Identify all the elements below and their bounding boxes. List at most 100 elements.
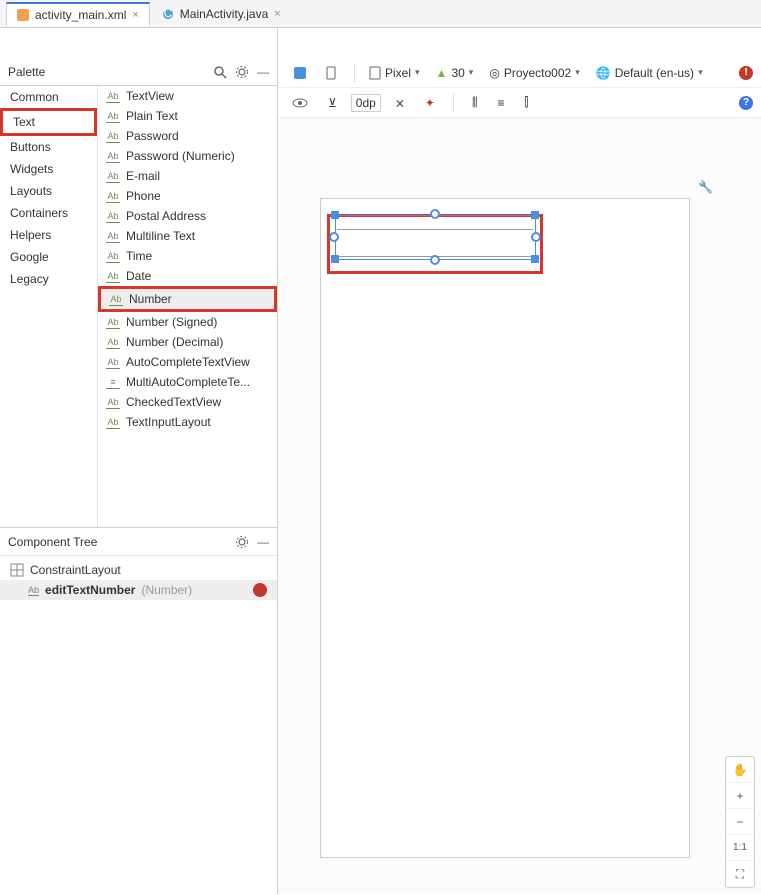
theme-select[interactable]: ◎Proyecto002▾: [483, 64, 585, 82]
zoom-out-button[interactable]: −: [726, 809, 754, 835]
cat-widgets[interactable]: Widgets: [0, 158, 97, 180]
tab-label: activity_main.xml: [35, 8, 126, 22]
editor-tabs: activity_main.xml × C MainActivity.java …: [0, 0, 761, 28]
palette-item-postal[interactable]: AbPostal Address: [98, 206, 277, 226]
palette-item-textinputlayout[interactable]: AbTextInputLayout: [98, 412, 277, 432]
design-toolbar-bottom: ⊻ 0dp ⨯ ✦ ⫼ ≡ ⫿ ?: [278, 88, 761, 118]
text-icon: Ab: [106, 355, 120, 369]
chevron-down-icon: ▾: [698, 67, 703, 78]
design-canvas[interactable]: 🔧: [278, 118, 761, 894]
palette-item-textview[interactable]: AbTextView: [98, 86, 277, 106]
pan-button[interactable]: ✋: [726, 757, 754, 783]
api-select[interactable]: ▲30▾: [430, 64, 480, 82]
design-panel: Pixel▾ ▲30▾ ◎Proyecto002▾ 🌐Default (en-u…: [278, 28, 761, 894]
zoom-controls: ✋ + − 1:1 ⛶: [725, 756, 755, 888]
selection-handles: [335, 215, 535, 259]
text-icon: Ab: [106, 129, 120, 143]
globe-icon: 🌐: [596, 66, 611, 80]
layout-icon: [10, 563, 24, 577]
palette-item-multiline[interactable]: AbMultiline Text: [98, 226, 277, 246]
constraint-handle[interactable]: [329, 232, 339, 242]
default-margin-button[interactable]: 0dp: [351, 94, 381, 112]
palette-item-password-numeric[interactable]: AbPassword (Numeric): [98, 146, 277, 166]
zoom-fit-button[interactable]: ⛶: [726, 861, 754, 887]
gear-icon[interactable]: [235, 535, 249, 549]
tree-root[interactable]: ConstraintLayout: [0, 560, 277, 580]
palette-item-multiautocomplete[interactable]: ≡MultiAutoCompleteTe...: [98, 372, 277, 392]
cat-containers[interactable]: Containers: [0, 202, 97, 224]
close-icon[interactable]: ×: [274, 8, 280, 20]
cat-helpers[interactable]: Helpers: [0, 224, 97, 246]
minimize-icon[interactable]: —: [257, 65, 269, 79]
tab-activity-main[interactable]: activity_main.xml ×: [6, 2, 150, 26]
cat-google[interactable]: Google: [0, 246, 97, 268]
errors-icon[interactable]: !: [739, 66, 753, 80]
cat-legacy[interactable]: Legacy: [0, 268, 97, 290]
guidelines-button[interactable]: ⫼: [466, 93, 484, 112]
palette-panel: Palette — Common Text Buttons Widgets La…: [0, 58, 277, 528]
svg-text:C: C: [163, 8, 172, 20]
cat-layouts[interactable]: Layouts: [0, 180, 97, 202]
help-icon[interactable]: ?: [739, 96, 753, 110]
tree-body: ConstraintLayout Ab editTextNumber (Numb…: [0, 556, 277, 894]
view-options-button[interactable]: [286, 95, 314, 111]
palette-item-time[interactable]: AbTime: [98, 246, 277, 266]
resize-handle[interactable]: [331, 211, 339, 219]
minimize-icon[interactable]: —: [257, 535, 269, 549]
palette-body: Common Text Buttons Widgets Layouts Cont…: [0, 86, 277, 527]
orientation-button[interactable]: [318, 63, 346, 83]
constraint-handle[interactable]: [531, 232, 541, 242]
palette-item-checkedtextview[interactable]: AbCheckedTextView: [98, 392, 277, 412]
resize-handle[interactable]: [531, 211, 539, 219]
text-icon: Ab: [106, 315, 120, 329]
chevron-down-icon: ▾: [415, 67, 420, 78]
text-icon: Ab: [28, 585, 39, 596]
cat-common[interactable]: Common: [0, 86, 97, 108]
pack-button[interactable]: ⫿: [519, 93, 535, 112]
palette-items: AbTextView AbPlain Text AbPassword AbPas…: [98, 86, 277, 527]
palette-item-date[interactable]: AbDate: [98, 266, 277, 286]
palette-item-number[interactable]: AbNumber: [98, 286, 277, 312]
zoom-in-button[interactable]: +: [726, 783, 754, 809]
xml-file-icon: [17, 9, 29, 21]
palette-item-number-decimal[interactable]: AbNumber (Decimal): [98, 332, 277, 352]
component-tree-panel: Component Tree — ConstraintLayout Ab edi…: [0, 528, 277, 894]
text-icon: Ab: [106, 89, 120, 103]
text-icon: Ab: [106, 229, 120, 243]
search-icon[interactable]: [213, 65, 227, 79]
resize-handle[interactable]: [331, 255, 339, 263]
design-surface-button[interactable]: [286, 63, 314, 83]
infer-constraints-button[interactable]: ✦: [419, 94, 441, 112]
device-frame[interactable]: [320, 198, 690, 858]
palette-item-password[interactable]: AbPassword: [98, 126, 277, 146]
constraint-handle[interactable]: [430, 255, 440, 265]
palette-item-email[interactable]: AbE-mail: [98, 166, 277, 186]
android-icon: ▲: [436, 66, 448, 80]
close-icon[interactable]: ×: [132, 9, 138, 21]
cat-buttons[interactable]: Buttons: [0, 136, 97, 158]
palette-item-plain-text[interactable]: AbPlain Text: [98, 106, 277, 126]
magnet-button[interactable]: ⊻: [322, 94, 343, 112]
align-button[interactable]: ≡: [491, 94, 510, 112]
tab-main-activity[interactable]: C MainActivity.java ×: [152, 3, 291, 25]
wrench-icon[interactable]: 🔧: [698, 180, 713, 194]
palette-item-number-signed[interactable]: AbNumber (Signed): [98, 312, 277, 332]
zoom-ratio-button[interactable]: 1:1: [726, 835, 754, 861]
constraint-handle[interactable]: [430, 209, 440, 219]
tree-child-label: editTextNumber: [45, 583, 135, 597]
separator: [453, 94, 454, 112]
resize-handle[interactable]: [531, 255, 539, 263]
tree-child[interactable]: Ab editTextNumber (Number) !: [0, 580, 277, 600]
cat-text[interactable]: Text: [0, 108, 97, 136]
tree-title: Component Tree: [8, 535, 97, 549]
error-icon[interactable]: !: [253, 583, 267, 597]
locale-select[interactable]: 🌐Default (en-us)▾: [590, 64, 709, 82]
palette-item-autocomplete[interactable]: AbAutoCompleteTextView: [98, 352, 277, 372]
tab-label: MainActivity.java: [180, 7, 268, 21]
text-icon: Ab: [106, 415, 120, 429]
gear-icon[interactable]: [235, 65, 249, 79]
left-panel: Palette — Common Text Buttons Widgets La…: [0, 28, 278, 894]
clear-constraints-button[interactable]: ⨯: [389, 94, 411, 112]
palette-item-phone[interactable]: AbPhone: [98, 186, 277, 206]
device-select[interactable]: Pixel▾: [363, 64, 426, 82]
